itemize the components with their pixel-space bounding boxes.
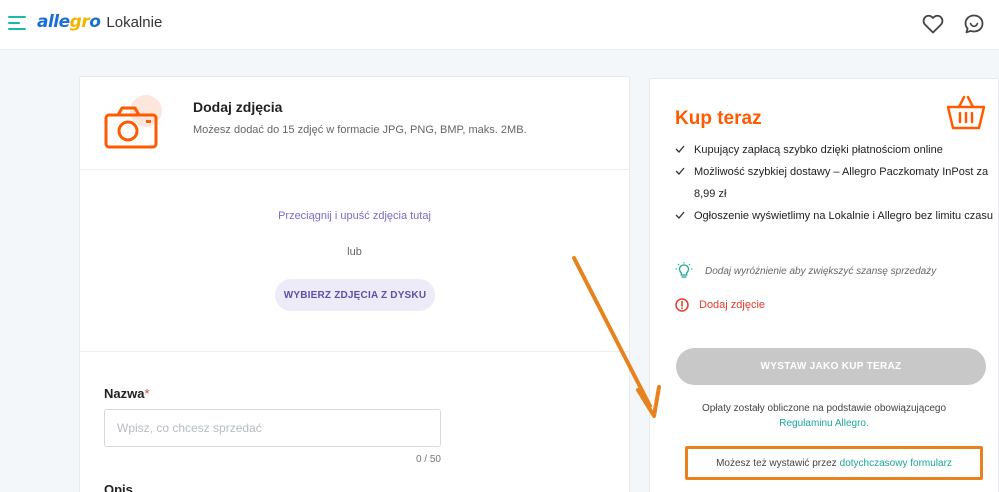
chat-icon[interactable]: [962, 12, 986, 36]
feature-text: Kupujący zapłacą szybko dzięki płatności…: [694, 144, 943, 156]
fees-note: Opłaty zostały obliczone na podstawie ob…: [650, 401, 998, 431]
hamburger-menu-icon[interactable]: [8, 16, 26, 32]
feature-item: Ogłoszenie wyświetlimy na Lokalnie i All…: [673, 205, 993, 227]
lightbulb-icon: [675, 262, 693, 278]
promotion-tip: Dodaj wyróżnienie aby zwiększyć szansę s…: [675, 262, 936, 280]
legacy-form-box: Możesz też wystawić przez dotychczasowy …: [685, 446, 983, 480]
photos-title: Dodaj zdjęcia: [193, 99, 283, 115]
divider: [80, 351, 629, 352]
heart-icon[interactable]: [921, 12, 945, 36]
fees-text: Opłaty zostały obliczone na podstawie ob…: [701, 403, 947, 414]
validation-warning: Dodaj zdjęcie: [675, 298, 765, 312]
description-label: Opis: [104, 482, 133, 492]
logo-lokalnie-text: Lokalnie: [106, 14, 163, 31]
required-mark: *: [144, 386, 150, 401]
basket-icon: [946, 95, 986, 130]
legacy-form-text: Możesz też wystawić przez: [716, 457, 837, 469]
divider: [80, 169, 629, 170]
feature-item: Możliwość szybkiej dostawy – Allegro Pac…: [673, 161, 993, 205]
listing-form-card: Dodaj zdjęcia Możesz dodać do 15 zdjęć w…: [79, 76, 630, 492]
name-label: Nazwa*: [104, 386, 150, 401]
regulations-link[interactable]: Regulaminu Allegro.: [779, 418, 869, 429]
drop-zone-text[interactable]: Przeciągnij i upuść zdjęcia tutaj: [80, 210, 629, 222]
choose-photos-button[interactable]: WYBIERZ ZDJĘCIA Z DYSKU: [275, 279, 435, 311]
buy-now-card: Kup teraz Kupujący zapłacą szybko dzięki…: [649, 78, 999, 492]
name-input[interactable]: [104, 409, 441, 447]
camera-icon: [104, 95, 162, 149]
buy-now-title: Kup teraz: [675, 108, 762, 129]
feature-item: Kupujący zapłacą szybko dzięki płatności…: [673, 139, 993, 161]
legacy-form-link[interactable]: dotychczasowy formularz: [840, 458, 952, 469]
warning-text: Dodaj zdjęcie: [699, 299, 766, 311]
photos-subtitle: Możesz dodać do 15 zdjęć w formacie JPG,…: [193, 124, 527, 136]
or-text: lub: [347, 246, 362, 258]
logo-allegro-text: allegro: [37, 12, 101, 32]
promotion-tip-text: Dodaj wyróżnienie aby zwiększyć szansę s…: [705, 265, 937, 277]
allegro-lokalnie-logo[interactable]: allegro Lokalnie: [37, 12, 162, 32]
feature-text: Ogłoszenie wyświetlimy na Lokalnie i All…: [694, 210, 993, 222]
check-icon: [675, 167, 685, 175]
submit-buy-now-button[interactable]: WYSTAW JAKO KUP TERAZ: [676, 348, 986, 385]
check-icon: [675, 211, 685, 219]
top-bar: allegro Lokalnie: [0, 0, 999, 50]
name-char-counter: 0 / 50: [415, 454, 441, 465]
check-icon: [675, 145, 685, 153]
feature-list: Kupujący zapłacą szybko dzięki płatności…: [673, 139, 993, 227]
error-icon: [675, 298, 689, 312]
name-label-text: Nazwa: [104, 386, 145, 401]
feature-text: Możliwość szybkiej dostawy – Allegro Pac…: [694, 166, 989, 200]
